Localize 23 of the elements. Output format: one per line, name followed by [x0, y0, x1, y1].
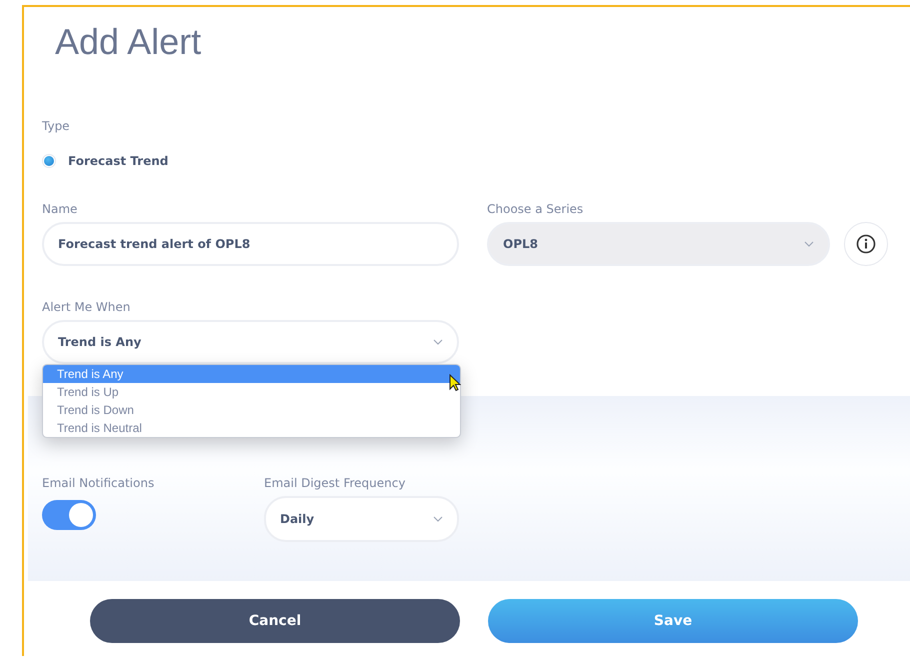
toggle-switch[interactable]	[42, 500, 96, 530]
info-icon	[856, 234, 876, 254]
dropdown-option[interactable]: Trend is Any	[43, 365, 460, 383]
field-label: Name	[42, 202, 78, 216]
chevron-icon	[433, 516, 443, 522]
cancel-button[interactable]: Cancel	[90, 599, 460, 643]
chevron-icon	[804, 241, 814, 247]
info-button[interactable]	[844, 222, 888, 266]
radio-label: Forecast Trend	[68, 154, 168, 168]
page-title: Add Alert	[54, 20, 202, 63]
name-field[interactable]: Forecast trend alert of OPL8	[42, 222, 459, 266]
cursor-icon	[449, 374, 461, 392]
chevron-icon	[433, 339, 443, 345]
field-label: Email Notifications	[42, 476, 156, 490]
radio-button[interactable]	[42, 154, 56, 168]
condition-dropdown[interactable]: Trend is Any	[42, 320, 459, 364]
field-label: Type	[42, 119, 70, 133]
dropdown-option[interactable]: Trend is Neutral	[43, 419, 460, 437]
frequency-dropdown[interactable]: Daily	[264, 496, 459, 542]
dropdown-option[interactable]: Trend is Down	[43, 401, 460, 419]
field-label: Email Digest Frequency	[264, 476, 406, 490]
field-label: Alert Me When	[42, 300, 132, 314]
field-label: Choose a Series	[487, 202, 584, 216]
